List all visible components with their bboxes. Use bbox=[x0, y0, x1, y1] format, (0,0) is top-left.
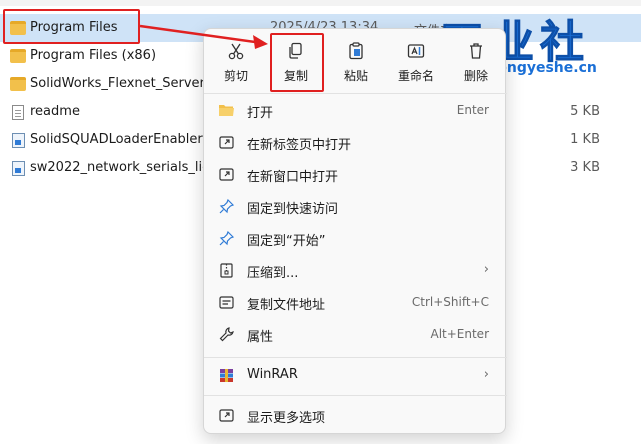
menu-item-winrar[interactable]: WinRAR › bbox=[208, 360, 503, 390]
menu-item-shortcut: Enter bbox=[456, 103, 489, 117]
registry-file-icon bbox=[12, 133, 25, 148]
menu-item-open-new-tab[interactable]: 在新标签页中打开 bbox=[208, 127, 503, 157]
menu-item-pin-start[interactable]: 固定到“开始” bbox=[208, 223, 503, 253]
rename-icon bbox=[407, 44, 425, 58]
menu-item-shortcut: Alt+Enter bbox=[430, 327, 489, 341]
registry-file-icon bbox=[12, 161, 25, 176]
menu-item-label: 打开 bbox=[247, 106, 274, 121]
file-name: Program Files (x86) bbox=[30, 48, 157, 63]
menu-item-label: WinRAR bbox=[247, 367, 298, 382]
menu-item-label: 固定到“开始” bbox=[247, 234, 326, 249]
menu-item-properties[interactable]: 属性 Alt+Enter bbox=[208, 319, 503, 349]
file-name: Program Files bbox=[30, 20, 118, 35]
menu-divider bbox=[204, 93, 507, 94]
folder-open-icon bbox=[219, 105, 234, 116]
cut-button[interactable]: 剪切 bbox=[206, 35, 266, 89]
menu-item-shortcut: Ctrl+Shift+C bbox=[411, 295, 489, 309]
chevron-right-icon: › bbox=[483, 367, 489, 382]
menu-item-label: 固定到快速访问 bbox=[247, 202, 339, 217]
paste-icon bbox=[349, 42, 363, 60]
pin-icon bbox=[219, 230, 235, 246]
folder-icon bbox=[10, 49, 26, 63]
menu-item-label: 在新窗口中打开 bbox=[247, 170, 339, 185]
wrench-icon bbox=[219, 327, 234, 342]
cut-label: 剪切 bbox=[223, 69, 248, 83]
file-name: sw2022_network_serials_licens bbox=[30, 160, 233, 175]
menu-item-label: 压缩到... bbox=[247, 266, 299, 281]
paste-button[interactable]: 粘贴 bbox=[326, 35, 386, 89]
file-size: 1 KB bbox=[570, 132, 600, 147]
menu-item-label: 属性 bbox=[247, 330, 274, 345]
copy-button[interactable]: 复制 bbox=[266, 35, 326, 89]
menu-item-more-options[interactable]: 显示更多选项 bbox=[208, 400, 503, 430]
rename-label: 重命名 bbox=[397, 69, 434, 83]
menu-item-open[interactable]: 打开 Enter bbox=[208, 95, 503, 125]
paste-label: 粘贴 bbox=[343, 69, 368, 83]
chevron-right-icon: › bbox=[483, 262, 489, 277]
menu-divider bbox=[204, 357, 507, 358]
scissors-icon bbox=[228, 43, 244, 60]
menu-item-pin-quick-access[interactable]: 固定到快速访问 bbox=[208, 191, 503, 221]
rename-button[interactable]: 重命名 bbox=[386, 35, 446, 89]
menu-item-label: 显示更多选项 bbox=[247, 411, 326, 426]
open-new-window-icon bbox=[219, 168, 234, 181]
pin-icon bbox=[219, 198, 235, 214]
file-size: 3 KB bbox=[570, 160, 600, 175]
trash-icon bbox=[470, 43, 482, 59]
menu-item-open-new-window[interactable]: 在新窗口中打开 bbox=[208, 159, 503, 189]
folder-icon bbox=[10, 21, 26, 35]
menu-item-compress[interactable]: 压缩到... › bbox=[208, 255, 503, 285]
file-size: 5 KB bbox=[570, 104, 600, 119]
copy-path-icon bbox=[219, 296, 234, 309]
copy-label: 复制 bbox=[283, 69, 308, 83]
open-new-tab-icon bbox=[219, 136, 234, 149]
text-file-icon bbox=[12, 105, 24, 120]
more-options-icon bbox=[219, 409, 234, 422]
winrar-icon bbox=[220, 369, 233, 382]
delete-label: 删除 bbox=[463, 69, 488, 83]
file-name: SolidWorks_Flexnet_Server bbox=[30, 76, 205, 91]
zip-icon bbox=[220, 263, 233, 278]
menu-divider bbox=[204, 395, 507, 396]
file-name: SolidSQUADLoaderEnabler bbox=[30, 132, 203, 147]
copy-icon bbox=[289, 42, 302, 59]
menu-item-label: 复制文件地址 bbox=[247, 298, 326, 313]
file-name: readme bbox=[30, 104, 80, 119]
quick-action-bar: 剪切 复制 粘贴 重命名 删除 bbox=[204, 29, 507, 89]
delete-button[interactable]: 删除 bbox=[446, 35, 506, 89]
folder-icon bbox=[10, 77, 26, 91]
context-menu: 剪切 复制 粘贴 重命名 删除 打开 Enter 在新标签页中打开 在新窗口中打… bbox=[203, 28, 507, 434]
menu-item-label: 在新标签页中打开 bbox=[247, 138, 352, 153]
menu-item-copy-path[interactable]: 复制文件地址 Ctrl+Shift+C bbox=[208, 287, 503, 317]
